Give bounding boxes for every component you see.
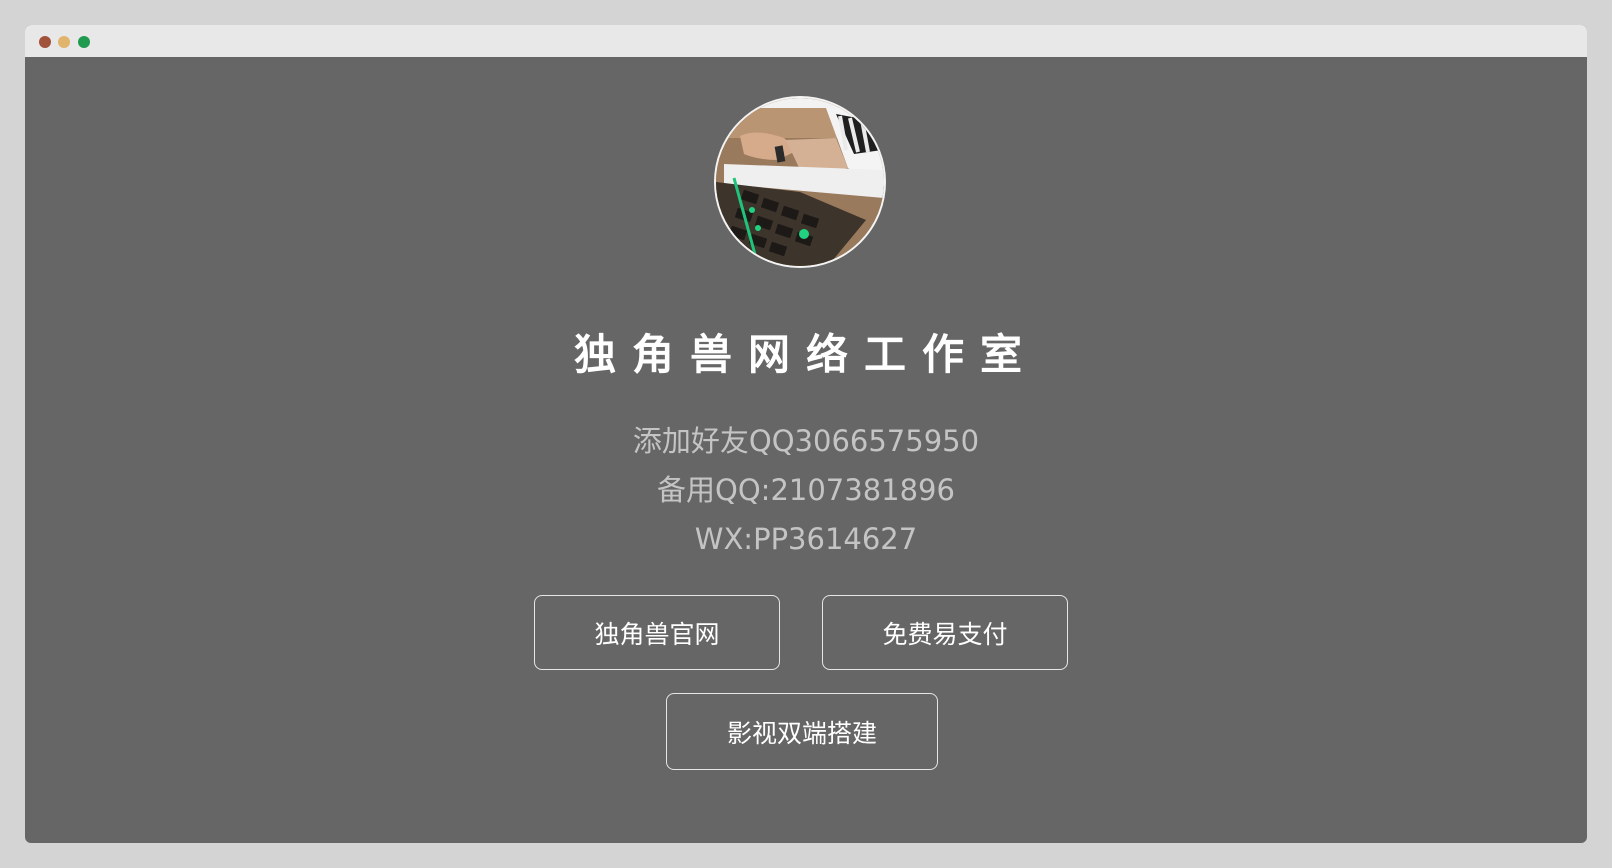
maximize-window-icon[interactable] <box>78 36 90 48</box>
close-window-icon[interactable] <box>39 36 51 48</box>
wx-contact: WX:PP3614627 <box>694 522 918 556</box>
browser-window: 独角兽网络工作室 添加好友QQ3066575950 备用QQ:210738189… <box>25 25 1587 843</box>
keyboard-photo-icon <box>716 98 884 266</box>
backup-qq-contact: 备用QQ:2107381896 <box>657 473 955 507</box>
official-site-button[interactable]: 独角兽官网 <box>534 595 780 670</box>
profile-page: 独角兽网络工作室 添加好友QQ3066575950 备用QQ:210738189… <box>25 57 1587 843</box>
window-titlebar <box>25 25 1587 57</box>
page-title: 独角兽网络工作室 <box>573 330 1038 379</box>
video-build-button[interactable]: 影视双端搭建 <box>666 693 938 770</box>
qq-contact: 添加好友QQ3066575950 <box>632 424 980 458</box>
avatar <box>714 96 886 268</box>
free-epay-button[interactable]: 免费易支付 <box>822 595 1068 670</box>
minimize-window-icon[interactable] <box>58 36 70 48</box>
